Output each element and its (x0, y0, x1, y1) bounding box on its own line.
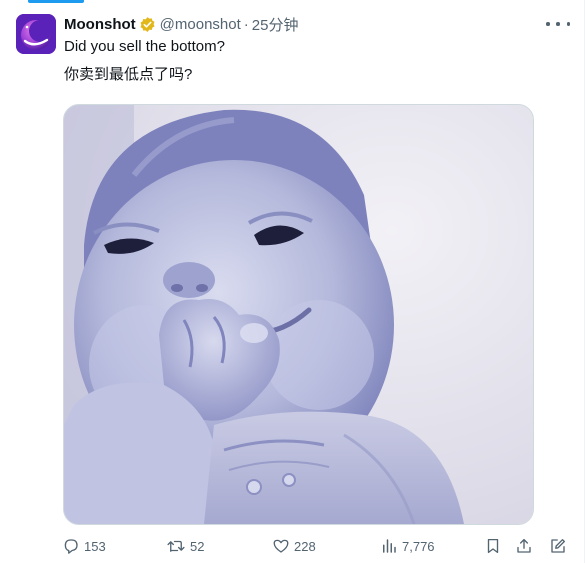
moonshot-logo-icon[interactable] (16, 14, 56, 54)
retweet-count: 52 (190, 538, 205, 554)
like-button[interactable]: 228 (272, 533, 316, 559)
tweet-text-line-2: 你卖到最低点了吗? (64, 66, 193, 83)
views-count: 7,776 (402, 538, 435, 554)
reply-icon (64, 539, 78, 554)
verified-badge-icon (139, 16, 156, 33)
views-button[interactable]: 7,776 (380, 533, 435, 559)
retweet-icon (167, 540, 185, 552)
tweet-media-image[interactable] (63, 104, 534, 525)
tweet-actions-bar: 153 52 228 7,776 (54, 533, 574, 559)
tweet-header: Moonshot @moonshot · 25分钟 (64, 13, 298, 35)
bookmark-button[interactable] (484, 533, 506, 559)
more-dots-icon[interactable] (546, 14, 570, 34)
display-name[interactable]: Moonshot (64, 16, 136, 33)
bookmark-icon (487, 538, 499, 554)
share-button[interactable] (515, 533, 537, 559)
timestamp[interactable]: 25分钟 (252, 14, 299, 35)
share-icon (517, 538, 531, 553)
views-chart-icon (383, 539, 396, 553)
tweet[interactable]: Moonshot @moonshot · 25分钟 Did you sell t… (0, 0, 584, 563)
retweet-button[interactable]: 52 (166, 533, 204, 559)
heart-icon (273, 539, 289, 553)
reply-button[interactable]: 153 (62, 533, 106, 559)
tweet-text-line-1: Did you sell the bottom? (64, 38, 225, 55)
user-handle[interactable]: @moonshot (160, 16, 241, 33)
edit-button[interactable] (549, 533, 571, 559)
like-count: 228 (294, 538, 316, 554)
reply-count: 153 (84, 538, 106, 554)
edit-icon (551, 539, 565, 553)
separator-dot: · (243, 15, 249, 33)
